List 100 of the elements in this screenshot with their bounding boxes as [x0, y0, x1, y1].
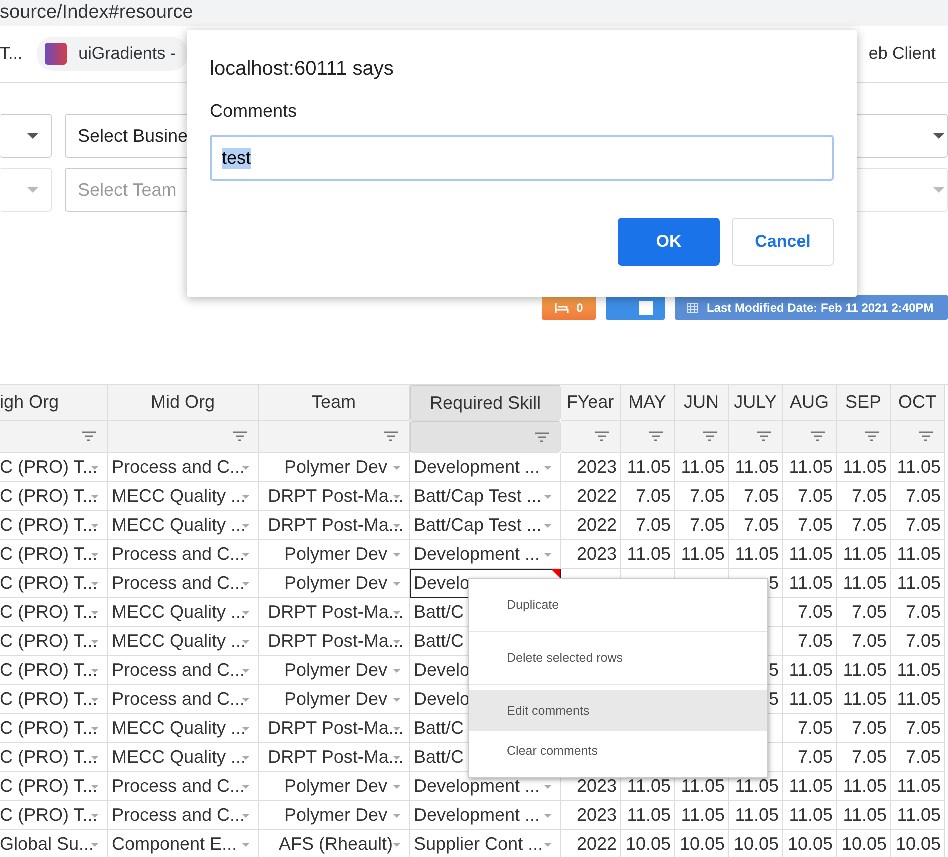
table-cell[interactable]: 11.05 — [837, 453, 891, 482]
table-cell[interactable]: DRPT Post-Ma... — [259, 598, 410, 627]
table-cell[interactable]: Polymer Dev — [259, 656, 410, 685]
table-cell[interactable]: 7.05 — [837, 743, 891, 772]
table-cell[interactable]: 7.05 — [891, 743, 945, 772]
table-cell[interactable]: Process and C... — [108, 685, 259, 714]
table-cell[interactable]: 7.05 — [837, 598, 891, 627]
table-cell[interactable]: 11.05 — [783, 772, 837, 801]
table-cell[interactable]: C (PRO) T... — [0, 627, 108, 656]
table-cell[interactable]: 11.05 — [783, 569, 837, 598]
table-cell[interactable]: 11.05 — [621, 453, 675, 482]
table-cell[interactable]: 11.05 — [891, 453, 945, 482]
table-cell[interactable]: Process and C... — [108, 772, 259, 801]
table-cell[interactable]: 7.05 — [729, 511, 783, 540]
table-cell[interactable]: 7.05 — [675, 511, 729, 540]
filter-icon[interactable] — [383, 431, 399, 442]
table-cell[interactable]: C (PRO) T... — [0, 598, 108, 627]
table-cell[interactable]: 10.05 — [891, 830, 945, 857]
filter-icon[interactable] — [232, 431, 248, 442]
bookmark[interactable]: T... — [0, 44, 23, 64]
table-cell[interactable]: 7.05 — [891, 714, 945, 743]
bookmark[interactable]: eb Client — [868, 44, 936, 64]
table-cell[interactable]: 7.05 — [837, 482, 891, 511]
table-cell[interactable]: C (PRO) T... — [0, 482, 108, 511]
table-cell[interactable]: 7.05 — [891, 511, 945, 540]
menu-item[interactable]: Clear comments — [469, 731, 767, 771]
table-cell[interactable]: AFS (Rheault) — [259, 830, 410, 857]
table-cell[interactable]: C (PRO) T... — [0, 569, 108, 598]
table-cell[interactable]: 11.05 — [783, 656, 837, 685]
table-cell[interactable]: 2022 — [561, 482, 621, 511]
table-cell[interactable]: C (PRO) T... — [0, 801, 108, 830]
table-cell[interactable]: 10.05 — [783, 830, 837, 857]
table-cell[interactable]: 10.05 — [621, 830, 675, 857]
table-cell[interactable]: C (PRO) T... — [0, 511, 108, 540]
table-cell[interactable]: Polymer Dev — [259, 569, 410, 598]
column-header[interactable]: JUN — [675, 385, 729, 421]
table-cell[interactable]: 7.05 — [837, 714, 891, 743]
table-cell[interactable]: Polymer Dev — [259, 453, 410, 482]
table-cell[interactable]: 11.05 — [891, 772, 945, 801]
table-cell[interactable]: 7.05 — [837, 511, 891, 540]
column-header[interactable]: JULY — [729, 385, 783, 421]
table-cell[interactable]: MECC Quality ... — [108, 627, 259, 656]
table-cell[interactable]: 11.05 — [837, 685, 891, 714]
table-cell[interactable]: Process and C... — [108, 801, 259, 830]
table-cell[interactable]: 11.05 — [729, 453, 783, 482]
table-cell[interactable]: Component E... — [108, 830, 259, 857]
table-cell[interactable]: 11.05 — [783, 540, 837, 569]
table-cell[interactable]: 7.05 — [783, 511, 837, 540]
table-cell[interactable]: 11.05 — [621, 540, 675, 569]
table-cell[interactable]: 11.05 — [891, 569, 945, 598]
table-cell[interactable]: DRPT Post-Ma... — [259, 511, 410, 540]
table-cell[interactable]: Global Su... — [0, 830, 108, 857]
table-cell[interactable]: 7.05 — [783, 482, 837, 511]
column-header[interactable]: igh Org — [0, 385, 108, 421]
menu-item[interactable]: Duplicate — [469, 579, 767, 632]
table-cell[interactable]: Polymer Dev — [259, 685, 410, 714]
table-cell[interactable]: DRPT Post-Ma... — [259, 482, 410, 511]
table-cell[interactable]: 11.05 — [621, 801, 675, 830]
table-cell[interactable]: 2022 — [561, 511, 621, 540]
table-cell[interactable]: 11.05 — [675, 453, 729, 482]
table-cell[interactable]: 11.05 — [837, 569, 891, 598]
filter-icon[interactable] — [81, 431, 97, 442]
column-header[interactable]: OCT — [891, 385, 945, 421]
filter-icon[interactable] — [648, 431, 664, 442]
table-cell[interactable]: Development ... — [410, 453, 561, 482]
select-field[interactable] — [0, 114, 52, 158]
table-cell[interactable]: Process and C... — [108, 569, 259, 598]
table-cell[interactable]: Process and C... — [108, 656, 259, 685]
table-cell[interactable]: 11.05 — [891, 540, 945, 569]
table-cell[interactable]: 7.05 — [891, 627, 945, 656]
table-cell[interactable]: 11.05 — [783, 685, 837, 714]
filter-icon[interactable] — [864, 431, 880, 442]
filter-icon[interactable] — [594, 431, 610, 442]
table-cell[interactable]: Supplier Cont ... — [410, 830, 561, 857]
table-cell[interactable]: 7.05 — [837, 627, 891, 656]
column-header[interactable]: SEP — [837, 385, 891, 421]
column-header[interactable]: Required Skill — [410, 385, 561, 421]
table-cell[interactable]: 11.05 — [729, 801, 783, 830]
table-cell[interactable]: 11.05 — [837, 772, 891, 801]
table-cell[interactable]: C (PRO) T... — [0, 656, 108, 685]
toggle-button[interactable] — [606, 295, 665, 320]
table-cell[interactable]: 10.05 — [729, 830, 783, 857]
table-cell[interactable]: 10.05 — [837, 830, 891, 857]
table-cell[interactable]: DRPT Post-Ma... — [259, 627, 410, 656]
table-cell[interactable]: 2023 — [561, 453, 621, 482]
table-cell[interactable]: Polymer Dev — [259, 540, 410, 569]
table-cell[interactable]: Process and C... — [108, 540, 259, 569]
bookmark[interactable]: uiGradients - — [36, 37, 188, 71]
table-cell[interactable]: C (PRO) T... — [0, 685, 108, 714]
table-cell[interactable]: 11.05 — [675, 540, 729, 569]
table-cell[interactable]: MECC Quality ... — [108, 511, 259, 540]
table-cell[interactable]: 11.05 — [783, 453, 837, 482]
table-cell[interactable]: Polymer Dev — [259, 801, 410, 830]
table-cell[interactable]: 11.05 — [729, 540, 783, 569]
table-cell[interactable]: Process and C... — [108, 453, 259, 482]
table-cell[interactable]: 11.05 — [891, 685, 945, 714]
table-cell[interactable]: 10.05 — [675, 830, 729, 857]
comment-field[interactable]: test — [210, 135, 834, 181]
table-cell[interactable]: C (PRO) T... — [0, 772, 108, 801]
table-cell[interactable]: C (PRO) T... — [0, 453, 108, 482]
